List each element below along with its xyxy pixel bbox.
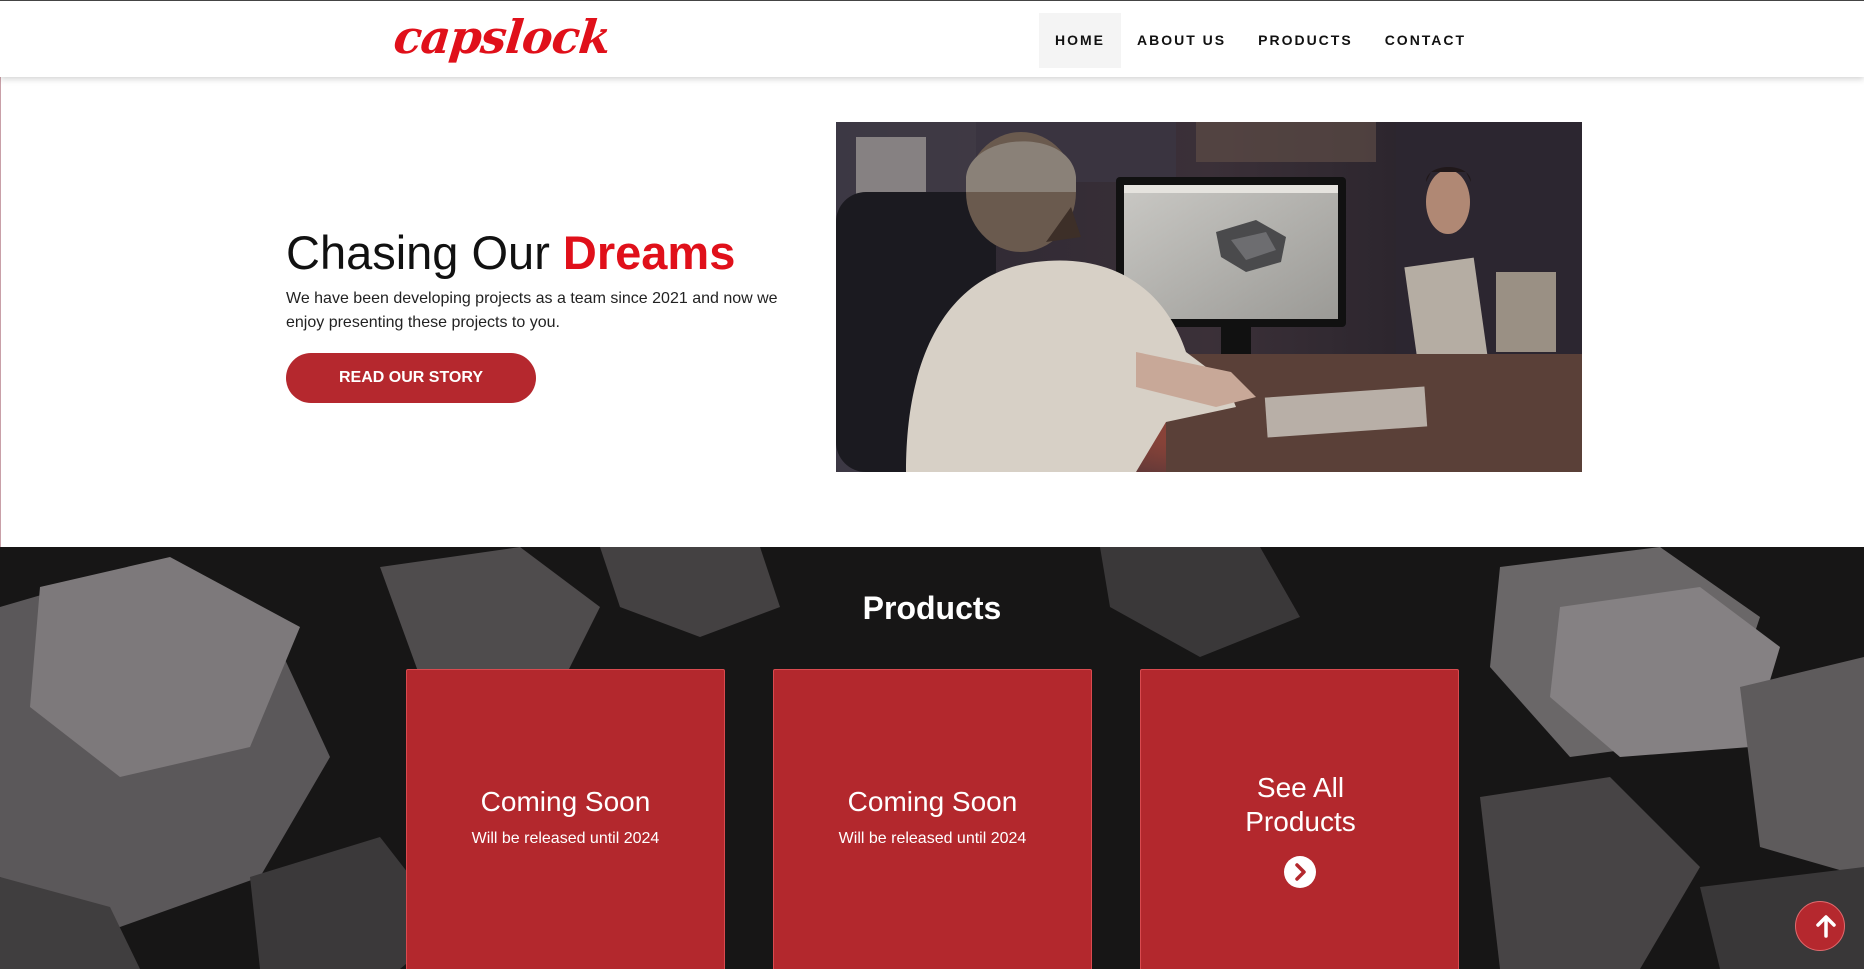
site-header: capslock HOME ABOUT US PRODUCTS CONTACT [0, 0, 1864, 77]
product-card-title: Coming Soon [847, 786, 1018, 817]
hero-title-accent: Dreams [562, 226, 736, 279]
products-section: Products Coming Soon Will be released un… [0, 547, 1864, 969]
products-title: Products [862, 590, 1002, 626]
see-all-products-title: See All Products [1245, 772, 1356, 837]
hero-image-illustration [836, 122, 1582, 472]
hero-image [836, 122, 1582, 472]
main-nav: HOME ABOUT US PRODUCTS CONTACT [1039, 13, 1482, 68]
product-card-subtitle: Will be released until 2024 [838, 830, 1027, 847]
product-card-title: Coming Soon [480, 786, 651, 817]
nav-item-home[interactable]: HOME [1039, 13, 1121, 68]
nav-item-about-us[interactable]: ABOUT US [1121, 13, 1242, 68]
product-card-2[interactable]: Coming Soon Will be released until 2024 [773, 669, 1092, 969]
hero-title-plain: Chasing Our [286, 226, 563, 279]
product-card-subtitle: Will be released until 2024 [471, 830, 660, 847]
nav-item-products[interactable]: PRODUCTS [1242, 13, 1369, 68]
hero-section: Chasing Our Dreams We have been developi… [0, 77, 1864, 547]
see-all-products-card[interactable]: See All Products [1140, 669, 1459, 969]
hero-title: Chasing Our Dreams [286, 225, 735, 280]
product-card-1[interactable]: Coming Soon Will be released until 2024 [406, 669, 725, 969]
read-our-story-button[interactable]: READ OUR STORY [286, 353, 536, 403]
hero-description: We have been developing projects as a te… [286, 290, 778, 331]
chevron-right-circle-icon[interactable] [1284, 856, 1316, 888]
arrow-up-icon [1816, 915, 1836, 938]
nav-item-contact[interactable]: CONTACT [1369, 13, 1482, 68]
scroll-to-top-button[interactable] [1795, 901, 1845, 951]
chevron-right-icon [1295, 863, 1306, 881]
site-logo[interactable]: capslock [391, 7, 613, 67]
